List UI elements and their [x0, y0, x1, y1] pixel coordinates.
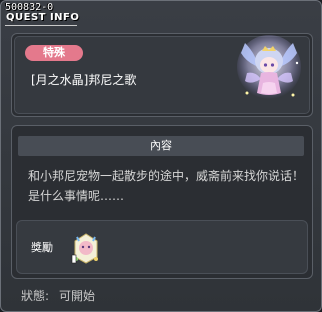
reward-label: 獎勵 — [31, 241, 53, 254]
npc-portrait-icon — [237, 35, 301, 99]
quest-name: [月之水晶]邦尼之歌 — [31, 73, 137, 87]
quest-summary-inner: 特殊 [月之水晶]邦尼之歌 — [14, 35, 310, 114]
title-underline — [5, 25, 77, 26]
content-section-header: 內容 — [18, 136, 304, 156]
quest-info-window: 500832-0 QUEST INFO 特殊 [月之水晶]邦尼之歌 內容 和小邦… — [0, 0, 322, 312]
reward-box: 獎勵 — [16, 220, 308, 274]
quest-content-panel: 內容 和小邦尼宠物一起散步的途中，威斋前来找你说话！是什么事情呢…… 獎勵 — [11, 125, 313, 279]
reward-item-icon[interactable] — [69, 231, 103, 265]
quest-type-badge: 特殊 — [25, 45, 83, 61]
quest-description: 和小邦尼宠物一起散步的途中，威斋前来找你说话！是什么事情呢…… — [28, 169, 305, 203]
window-title: QUEST INFO — [6, 12, 80, 23]
status-value: 可開始 — [59, 289, 96, 303]
quest-status: 狀態: 可開始 — [21, 287, 105, 304]
status-label: 狀態: — [21, 289, 50, 303]
quest-summary-panel: 特殊 [月之水晶]邦尼之歌 — [11, 33, 313, 117]
